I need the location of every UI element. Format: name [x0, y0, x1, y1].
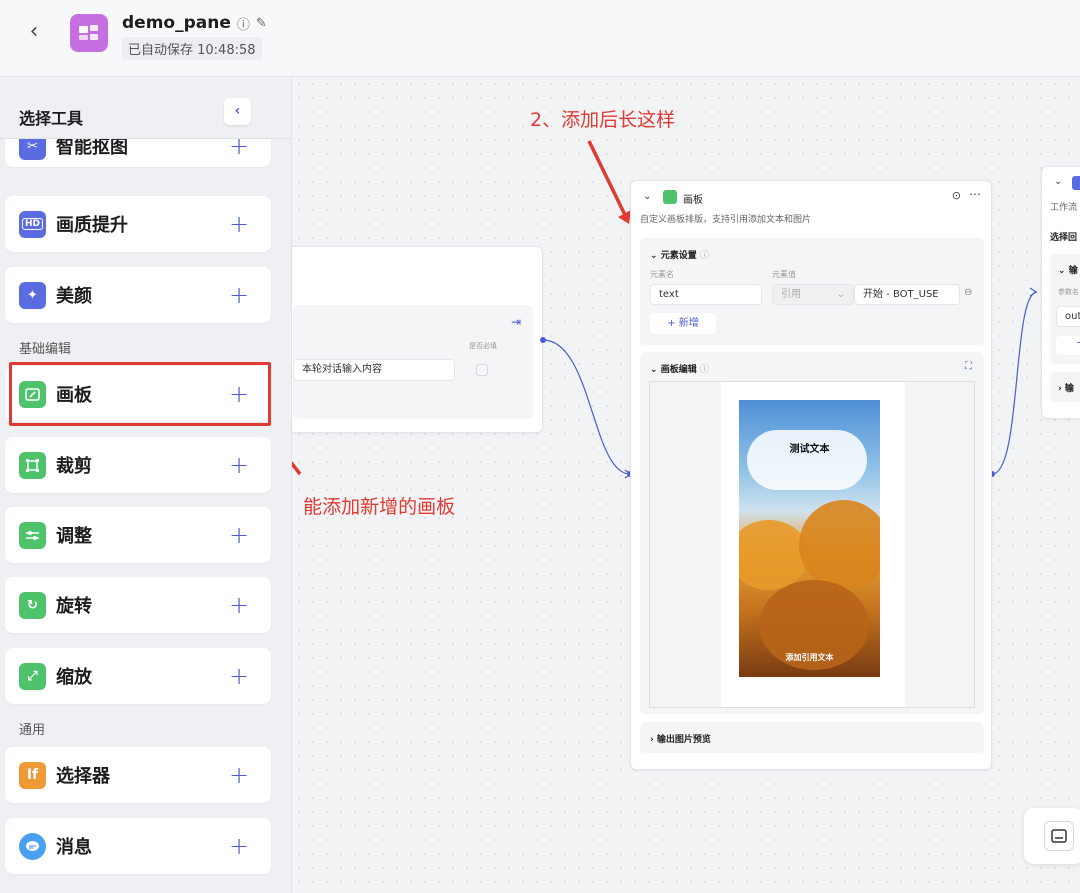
- rotate-icon: ↻: [19, 591, 46, 619]
- ref-type-select[interactable]: 引用 ⌄: [772, 284, 854, 305]
- remove-icon[interactable]: ⊖: [964, 287, 972, 298]
- add-icon[interactable]: +: [227, 523, 251, 547]
- next-node-section2[interactable]: › 输: [1050, 372, 1080, 402]
- tool-card-scale[interactable]: ⤢ 缩放 +: [5, 648, 271, 704]
- artboard-text-top[interactable]: 测试文本: [739, 440, 880, 455]
- artboard-image[interactable]: 测试文本 添加引用文本: [739, 400, 880, 677]
- tool-card-hd[interactable]: HD 画质提升 +: [5, 196, 271, 252]
- tool-card-crop[interactable]: 裁剪 +: [5, 437, 271, 493]
- tool-label: 美颜: [56, 286, 92, 307]
- top-header: ‹ demo_pane ⓘ ✎ 已自动保存 10:48:58: [0, 0, 1080, 77]
- add-icon[interactable]: +: [227, 593, 251, 617]
- param-input[interactable]: out: [1056, 306, 1080, 327]
- select-label: 选择回: [1050, 233, 1078, 243]
- canvas-workflow-icon: [70, 14, 108, 52]
- keyboard-icon[interactable]: [1044, 821, 1074, 851]
- param-label: 参数名: [1058, 288, 1079, 296]
- fullscreen-icon[interactable]: ⛶: [965, 361, 972, 372]
- elements-settings-panel: ⌄ 元素设置 ⓘ 元素名 元素值 text 引用 ⌄ 开始 - BOT_USE ⊖…: [640, 238, 984, 345]
- collapse-sidebar-button[interactable]: ‹: [224, 98, 251, 125]
- tool-label: 旋转: [56, 596, 92, 617]
- tool-label: 画质提升: [56, 215, 128, 236]
- canvas-board-icon: [19, 380, 46, 408]
- tool-label: 消息: [56, 837, 92, 858]
- edit-icon[interactable]: ✎: [256, 16, 267, 31]
- autosave-status: 已自动保存 10:48:58: [122, 37, 262, 60]
- annotation-2: 2、添加后长这样: [530, 109, 676, 131]
- foliage-shape: [799, 500, 880, 590]
- node-title: 画板: [683, 195, 703, 206]
- scale-icon: ⤢: [19, 662, 46, 690]
- ref-value-select[interactable]: 开始 - BOT_USE: [854, 284, 960, 305]
- app-title-text: demo_pane: [122, 13, 231, 33]
- canvas-board-icon: [663, 190, 677, 204]
- chevron-down-icon[interactable]: ⌄: [643, 191, 651, 202]
- add-icon[interactable]: +: [227, 763, 251, 787]
- add-icon[interactable]: +: [227, 453, 251, 477]
- element-name-input[interactable]: text: [650, 284, 762, 305]
- next-node[interactable]: ⌄ 工作流 选择回 ⌄ 输 参数名 out + › 输: [1041, 166, 1080, 419]
- output-preview-panel[interactable]: › 输出图片预览: [640, 722, 984, 753]
- tool-label: 画板: [56, 385, 92, 406]
- run-icon[interactable]: ⊙: [952, 189, 961, 202]
- next-node-inputs: ⌄ 输 参数名 out +: [1050, 254, 1080, 364]
- if-selector-icon: If: [19, 761, 46, 789]
- crop-icon: [19, 451, 46, 479]
- adjust-icon: [19, 521, 46, 549]
- tool-card-canvas[interactable]: 画板 +: [5, 366, 271, 422]
- tool-label: 调整: [56, 526, 92, 547]
- tool-sidebar: 选择工具 ‹ ✂ 智能抠图 + HD 画质提升 + ✦ 美颜 + 基础编辑 画板…: [0, 77, 292, 893]
- tool-card-message[interactable]: 消息 +: [5, 818, 271, 874]
- sidebar-header: 选择工具 ‹: [0, 77, 291, 139]
- node-description: 工作流: [1050, 203, 1078, 213]
- hd-icon: HD: [19, 210, 46, 238]
- elements-section-title[interactable]: ⌄ 元素设置 ⓘ: [650, 248, 709, 261]
- foliage-shape: [739, 520, 809, 590]
- add-icon[interactable]: +: [227, 382, 251, 406]
- workflow-icon: [1072, 176, 1080, 190]
- workflow-canvas[interactable]: ⇥ 是否必填 本轮对话输入内容 2、添加后长这样 1、能添加新增的画板 ⌄ 画板…: [292, 77, 1080, 893]
- artboard[interactable]: 测试文本 添加引用文本: [721, 382, 905, 707]
- canvas-editor-panel: ⌄ 画板编辑 ⓘ ⛶ 测试文本 添加引用文本: [640, 352, 984, 714]
- canvas-board-node[interactable]: ⌄ 画板 ⊙ ⋯ 自定义画板排版，支持引用添加文本和图片 ⌄ 元素设置 ⓘ 元素…: [630, 180, 992, 770]
- tool-label: 缩放: [56, 667, 92, 688]
- node-description: 自定义画板排版，支持引用添加文本和图片: [640, 215, 812, 225]
- info-icon[interactable]: ⓘ: [237, 14, 250, 33]
- tool-label: 选择器: [56, 766, 110, 787]
- input-section-title[interactable]: ⌄ 输: [1058, 263, 1078, 276]
- add-element-button[interactable]: + 新增: [650, 313, 716, 334]
- section-general: 通用: [19, 723, 46, 738]
- tool-card-adjust[interactable]: 调整 +: [5, 507, 271, 563]
- tool-card-beauty[interactable]: ✦ 美颜 +: [5, 267, 271, 323]
- add-icon[interactable]: +: [227, 664, 251, 688]
- col-element-name: 元素名: [650, 270, 674, 279]
- add-icon[interactable]: +: [227, 283, 251, 307]
- editor-stage[interactable]: 测试文本 添加引用文本: [649, 381, 975, 708]
- add-param-button[interactable]: +: [1056, 336, 1080, 355]
- more-icon[interactable]: ⋯: [969, 187, 981, 201]
- artboard-text-bottom[interactable]: 添加引用文本: [739, 652, 880, 663]
- add-icon[interactable]: +: [227, 834, 251, 858]
- section-basic-edit: 基础编辑: [19, 342, 72, 357]
- col-element-value: 元素值: [772, 270, 796, 279]
- minimap-toggle[interactable]: [1024, 808, 1080, 864]
- beauty-wand-icon: ✦: [19, 281, 46, 309]
- output-section-title[interactable]: › 输出图片预览: [650, 732, 711, 745]
- message-icon: [19, 832, 46, 860]
- cloud-shape: [747, 430, 867, 490]
- add-icon[interactable]: +: [227, 212, 251, 236]
- annotation-1: 1、能添加新增的画板: [292, 496, 456, 518]
- section2-title[interactable]: › 输: [1058, 381, 1074, 394]
- chevron-left-icon[interactable]: ‹: [22, 20, 46, 44]
- tool-label: 裁剪: [56, 456, 92, 477]
- app-title: demo_pane ⓘ ✎: [122, 13, 267, 33]
- tool-card-selector[interactable]: If 选择器 +: [5, 747, 271, 803]
- sidebar-title: 选择工具: [19, 109, 84, 128]
- chevron-down-icon[interactable]: ⌄: [1054, 176, 1062, 187]
- editor-section-title[interactable]: ⌄ 画板编辑 ⓘ: [650, 362, 709, 375]
- tool-card-rotate[interactable]: ↻ 旋转 +: [5, 577, 271, 633]
